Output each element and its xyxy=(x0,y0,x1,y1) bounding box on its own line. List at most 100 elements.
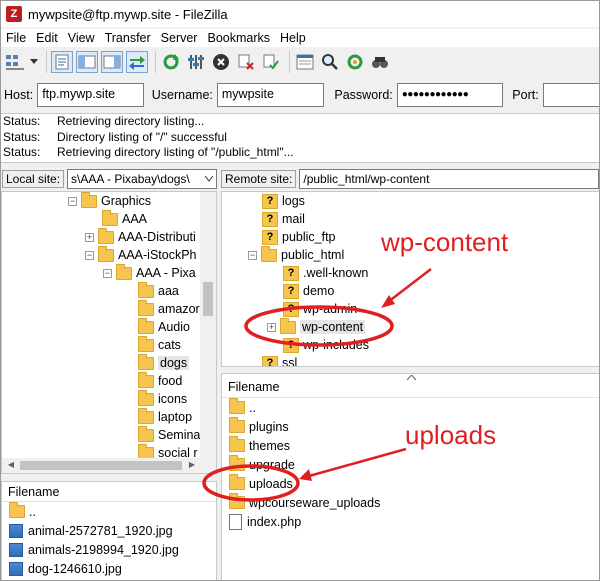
filename-column-header[interactable]: Filename xyxy=(2,482,216,502)
unknown-folder-icon: ? xyxy=(283,337,299,353)
scroll-thumb[interactable] xyxy=(203,282,213,316)
scroll-left-icon[interactable]: ◀ xyxy=(4,460,18,469)
tree-node-wp-admin[interactable]: ? wp-admin xyxy=(283,300,357,318)
list-item[interactable]: animal-2572781_1920.jpg xyxy=(2,521,216,540)
folder-icon xyxy=(261,245,277,262)
folder-icon xyxy=(229,455,245,471)
tree-node-dogs[interactable]: dogs xyxy=(138,353,190,372)
sync-browsing-icon[interactable] xyxy=(344,51,366,73)
list-item[interactable]: dog-1246610.jpg xyxy=(2,559,216,578)
unknown-folder-icon: ? xyxy=(262,193,278,209)
tree-node-demo[interactable]: ? demo xyxy=(283,282,334,300)
tree-node-amazor[interactable]: amazor xyxy=(138,299,200,318)
filter-icon[interactable] xyxy=(185,51,207,73)
tree-node-aaa[interactable]: AAA xyxy=(102,209,147,228)
collapse-icon[interactable]: − xyxy=(248,250,257,260)
scroll-right-icon[interactable]: ▶ xyxy=(185,460,199,469)
find-files-icon[interactable] xyxy=(369,51,391,73)
list-item[interactable]: .. xyxy=(2,502,216,521)
refresh-icon[interactable] xyxy=(160,51,182,73)
tree-node-semina[interactable]: Semina xyxy=(138,425,200,444)
list-item[interactable]: wpcourseware_uploads xyxy=(222,493,599,512)
expand-icon[interactable]: + xyxy=(267,322,276,332)
sort-ascending-icon xyxy=(407,375,416,381)
username-input[interactable]: mywpsite xyxy=(216,83,325,107)
folder-icon xyxy=(229,417,245,433)
folder-icon xyxy=(98,227,114,244)
local-tree-icon[interactable] xyxy=(76,51,98,73)
filename-column-header[interactable]: Filename xyxy=(222,374,599,398)
tree-node-aaa-distributi[interactable]: + AAA-Distributi xyxy=(85,227,196,246)
toolbar xyxy=(1,48,599,76)
remote-file-list[interactable]: Filename .. plugins themes upgrade uploa… xyxy=(221,373,599,580)
password-label: Password: xyxy=(334,88,393,102)
tree-node-icons[interactable]: icons xyxy=(138,389,187,408)
tree-node-laptop[interactable]: laptop xyxy=(138,407,192,426)
tree-node-cats[interactable]: cats xyxy=(138,335,181,354)
list-item[interactable]: animals-2198994_1920.jpg xyxy=(2,540,216,559)
local-tree[interactable]: − Graphics AAA + AAA-Distributi − AAA-iStoc… xyxy=(1,191,217,474)
tree-node-mail[interactable]: ? mail xyxy=(262,210,305,228)
reconnect-icon[interactable] xyxy=(260,51,282,73)
directory-compare-icon[interactable] xyxy=(294,51,316,73)
menu-file[interactable]: File xyxy=(1,29,31,47)
chevron-down-icon[interactable] xyxy=(205,176,213,182)
remote-tree-icon[interactable] xyxy=(101,51,123,73)
log-row: Status: Retrieving directory listing of "… xyxy=(3,145,294,159)
menu-help[interactable]: Help xyxy=(275,29,311,47)
menu-server[interactable]: Server xyxy=(156,29,203,47)
tree-node-wp-includes[interactable]: ? wp-includes xyxy=(283,336,369,354)
port-input[interactable] xyxy=(542,83,599,107)
menu-transfer[interactable]: Transfer xyxy=(100,29,156,47)
folder-icon xyxy=(138,407,154,424)
menu-bookmarks[interactable]: Bookmarks xyxy=(202,29,275,47)
tree-node-audio[interactable]: Audio xyxy=(138,317,190,336)
collapse-icon[interactable]: − xyxy=(103,268,112,278)
list-item[interactable]: uploads xyxy=(222,474,599,493)
unknown-folder-icon: ? xyxy=(262,211,278,227)
tree-node-food[interactable]: food xyxy=(138,371,182,390)
search-icon[interactable] xyxy=(319,51,341,73)
password-input[interactable]: ●●●●●●●●●●●● xyxy=(396,83,504,107)
image-file-icon xyxy=(9,561,23,576)
tree-node-aaa-istockph[interactable]: − AAA-iStockPh xyxy=(85,245,197,264)
site-manager-icon[interactable] xyxy=(4,51,26,73)
folder-icon xyxy=(138,425,154,442)
tree-node-well-known[interactable]: ? .well-known xyxy=(283,264,368,282)
disconnect-icon[interactable] xyxy=(235,51,257,73)
tree-node-public-ftp[interactable]: ? public_ftp xyxy=(262,228,336,246)
folder-icon xyxy=(138,299,154,316)
tree-node-public-html[interactable]: − public_html xyxy=(248,245,344,264)
collapse-icon[interactable]: − xyxy=(68,196,77,206)
quickconnect-bar: Host: ftp.mywp.site Username: mywpsite P… xyxy=(1,80,599,110)
menu-view[interactable]: View xyxy=(63,29,100,47)
list-item[interactable]: index.php xyxy=(222,512,599,531)
message-log-icon[interactable] xyxy=(51,51,73,73)
local-file-list[interactable]: Filename .. animal-2572781_1920.jpg anim… xyxy=(1,481,217,580)
expand-icon[interactable]: + xyxy=(85,232,94,242)
folder-icon xyxy=(98,245,114,262)
dropdown-arrow-icon[interactable] xyxy=(29,51,39,73)
tree-node-graphics[interactable]: − Graphics xyxy=(68,192,151,210)
cancel-icon[interactable] xyxy=(210,51,232,73)
remote-path-input[interactable]: /public_html/wp-content xyxy=(299,169,599,189)
tree-node-wp-content[interactable]: + wp-content xyxy=(267,317,366,336)
tree-node-aaa-pixa[interactable]: − AAA - Pixa xyxy=(103,263,196,282)
local-tree-vscrollbar[interactable] xyxy=(200,192,216,458)
message-log[interactable]: Status: Retrieving directory listing... S… xyxy=(1,113,599,163)
tree-node-aaa-sub[interactable]: aaa xyxy=(138,281,179,300)
folder-icon xyxy=(138,281,154,298)
tree-node-logs[interactable]: ? logs xyxy=(262,192,305,210)
local-tree-hscrollbar[interactable]: ◀ ▶ xyxy=(2,458,216,473)
list-item[interactable]: upgrade xyxy=(222,455,599,474)
host-input[interactable]: ftp.mywp.site xyxy=(37,83,144,107)
scroll-thumb[interactable] xyxy=(20,461,182,470)
menu-edit[interactable]: Edit xyxy=(31,29,63,47)
transfer-queue-icon[interactable] xyxy=(126,51,148,73)
local-path-input[interactable]: s\AAA - Pixabay\dogs\ xyxy=(67,169,217,189)
remote-tree[interactable]: ? logs ? mail ? public_ftp − public_html ? .w… xyxy=(221,191,599,367)
list-item[interactable]: .. xyxy=(222,398,599,417)
collapse-icon[interactable]: − xyxy=(85,250,94,260)
unknown-folder-icon: ? xyxy=(283,265,299,281)
tree-node-ssl[interactable]: ? ssl xyxy=(262,354,297,366)
